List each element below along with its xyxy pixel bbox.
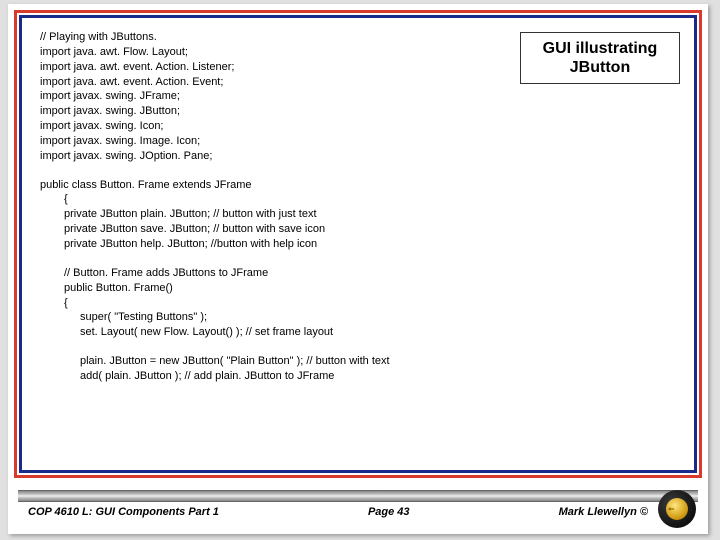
code-line: import javax. swing. JFrame;: [40, 89, 676, 104]
footer: COP 4610 L: GUI Components Part 1 Page 4…: [8, 484, 708, 534]
code-line: import javax. swing. Icon;: [40, 119, 676, 134]
code-line: {: [40, 192, 676, 207]
code-line: super( "Testing Buttons" );: [40, 310, 676, 325]
code-line: {: [40, 296, 676, 311]
inner-border: GUI illustrating JButton // Playing with…: [19, 15, 697, 473]
code-line: public Button. Frame(): [40, 281, 676, 296]
code-line: add( plain. JButton ); // add plain. JBu…: [40, 369, 676, 384]
code-line: set. Layout( new Flow. Layout() ); // se…: [40, 325, 676, 340]
footer-right: Mark Llewellyn ©: [559, 506, 648, 518]
code-line: private JButton help. JButton; //button …: [40, 237, 676, 252]
code-line: private JButton save. JButton; // button…: [40, 222, 676, 237]
footer-center: Page 43: [368, 506, 410, 518]
code-line: import javax. swing. JOption. Pane;: [40, 149, 676, 164]
footer-left: COP 4610 L: GUI Components Part 1: [28, 506, 219, 518]
ucf-logo: [658, 490, 696, 528]
title-line2: JButton: [525, 58, 675, 77]
footer-row: COP 4610 L: GUI Components Part 1 Page 4…: [28, 506, 648, 518]
ctor-body-block: plain. JButton = new JButton( "Plain But…: [40, 354, 676, 384]
ctor-header-block: // Button. Frame adds JButtons to JFrame…: [40, 266, 676, 340]
code-line: private JButton plain. JButton; // butto…: [40, 207, 676, 222]
outer-border: GUI illustrating JButton // Playing with…: [14, 10, 702, 478]
pegasus-icon: [666, 498, 688, 520]
title-box: GUI illustrating JButton: [520, 32, 680, 84]
code-line: // Button. Frame adds JButtons to JFrame: [40, 266, 676, 281]
title-line1: GUI illustrating: [525, 39, 675, 58]
code-line: public class Button. Frame extends JFram…: [40, 178, 676, 193]
footer-stripe: [18, 490, 698, 502]
code-line: import javax. swing. JButton;: [40, 104, 676, 119]
slide: GUI illustrating JButton // Playing with…: [8, 4, 708, 534]
code-line: plain. JButton = new JButton( "Plain But…: [40, 354, 676, 369]
class-block: public class Button. Frame extends JFram…: [40, 178, 676, 252]
code-line: import javax. swing. Image. Icon;: [40, 134, 676, 149]
